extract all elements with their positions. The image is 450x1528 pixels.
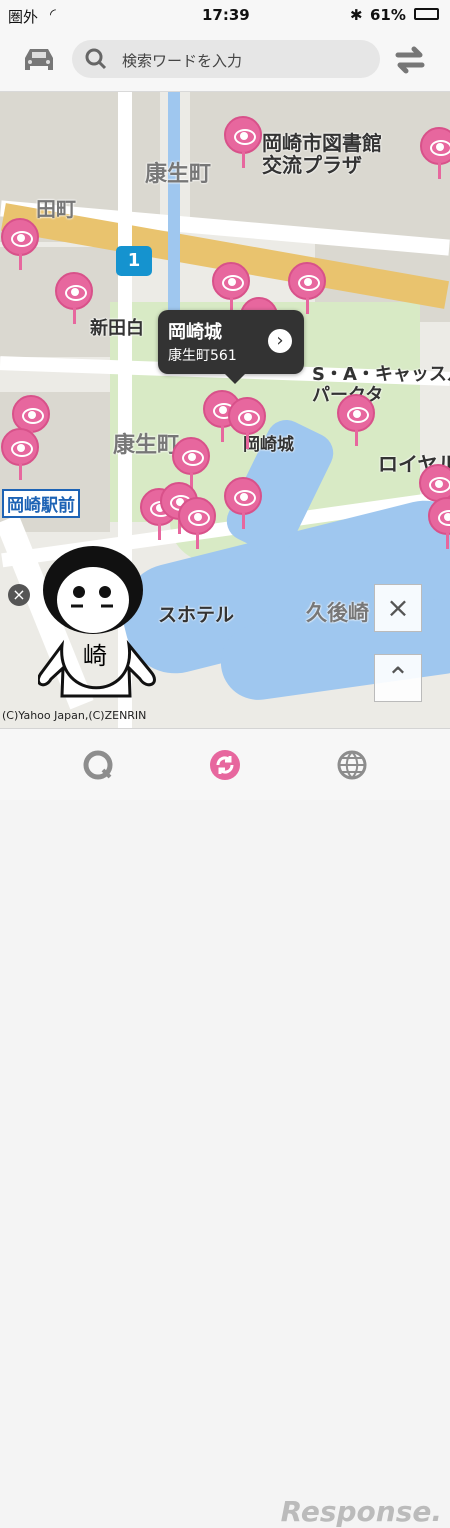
- bottom-navigation: Response.: [0, 728, 450, 1528]
- wifi-icon: ◜: [50, 5, 56, 23]
- map-label-hotel: スホテル: [158, 604, 235, 626]
- clear-map-button[interactable]: ×: [374, 584, 422, 632]
- route-1-label: 1: [116, 246, 152, 276]
- search-nav-icon[interactable]: [82, 749, 114, 781]
- mascot-kanji: 崎: [83, 642, 107, 670]
- top-bar: 検索ワードを入力: [0, 30, 450, 92]
- map-label-koseicho-mid: 康生町: [113, 433, 180, 458]
- refresh-icon[interactable]: [390, 45, 430, 75]
- sync-nav-icon[interactable]: [209, 749, 241, 781]
- bluetooth-icon: ✱: [350, 6, 363, 24]
- spot-pin[interactable]: [1, 428, 41, 480]
- spot-pin[interactable]: [228, 397, 268, 449]
- map-label-station: 岡崎駅前: [2, 489, 80, 518]
- response-watermark: Response.: [280, 1495, 442, 1528]
- spot-pin[interactable]: [224, 116, 264, 168]
- spot-pin[interactable]: [55, 272, 95, 324]
- map-label-library: 岡崎市図書館 交流プラザ: [262, 131, 382, 177]
- map-label-tamachi: 田町: [36, 197, 76, 221]
- globe-nav-icon[interactable]: [336, 749, 368, 781]
- castle-callout[interactable]: 岡崎城 康生町561 ›: [158, 310, 304, 384]
- time: 17:39: [202, 6, 250, 24]
- map-copyright: (C)Yahoo Japan,(C)ZENRIN: [2, 709, 147, 722]
- close-mascot-button[interactable]: ×: [8, 584, 30, 606]
- search-placeholder: 検索ワードを入力: [122, 52, 243, 70]
- spot-pin[interactable]: [178, 497, 218, 549]
- spot-pin[interactable]: [224, 477, 264, 529]
- carrier: 圏外: [8, 8, 39, 26]
- search-bar[interactable]: 検索ワードを入力: [72, 40, 380, 78]
- location-button[interactable]: ⌃: [374, 654, 422, 702]
- spot-pin[interactable]: [1, 218, 41, 270]
- search-icon: [85, 48, 107, 70]
- map-label-koseicho: 康生町: [145, 162, 212, 187]
- map-label-kugo: 久後崎: [306, 601, 369, 625]
- battery-percent: 61%: [370, 6, 406, 24]
- spot-pin[interactable]: [288, 262, 328, 314]
- spot-pin[interactable]: [337, 394, 377, 446]
- status-bar: 圏外 ◜ 17:39 ✱ 61%: [0, 0, 450, 30]
- map-label-sa-castle: S・A・キャッスル パークタ: [312, 364, 450, 406]
- battery-icon: [414, 8, 439, 20]
- spot-pin[interactable]: [420, 127, 450, 179]
- mascot-character: 崎: [36, 542, 168, 702]
- spot-pin[interactable]: [428, 497, 450, 549]
- callout-title: 岡崎城: [168, 322, 222, 343]
- map-label-shinden: 新田白: [90, 318, 144, 339]
- callout-address: 康生町561: [168, 348, 237, 364]
- callout-details-button[interactable]: ›: [268, 329, 292, 353]
- car-icon[interactable]: [20, 45, 58, 75]
- canal: [168, 92, 180, 322]
- map-view[interactable]: 岡崎市図書館 交流プラザ 康生町 田町 新田白 康生町 岡崎城 S・A・キャッス…: [0, 92, 450, 728]
